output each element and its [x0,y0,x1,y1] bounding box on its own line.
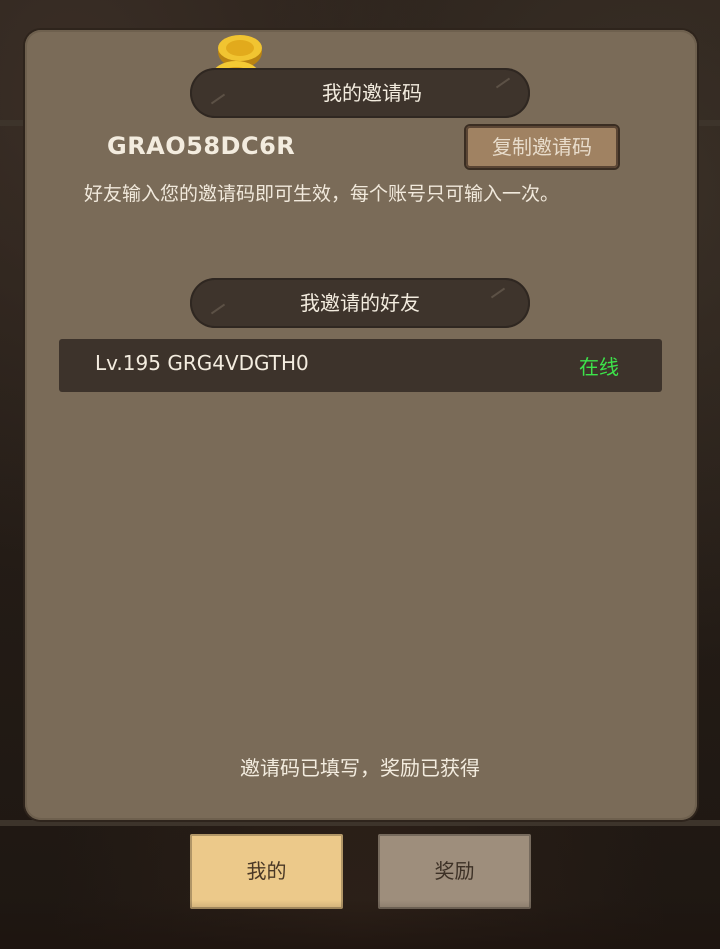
tab-mine-label: 我的 [246,859,287,883]
invite-code-banner-title: 我的邀请码 [322,81,422,105]
invited-friends-banner: 我邀请的好友 [190,278,530,328]
friend-list-row: Lv.195 GRG4VDGTH0 在线 [59,339,662,392]
copy-invite-code-button[interactable]: 复制邀请码 [466,126,618,168]
tab-mine[interactable]: 我的 [190,834,343,909]
tab-reward-label: 奖励 [434,859,475,883]
friend-info: Lv.195 GRG4VDGTH0 [95,351,309,375]
reward-status-note: 邀请码已填写，奖励已获得 [240,756,480,780]
invite-code-text: GRAO58DC6R [107,132,296,160]
bottom-shade [0,900,720,949]
invite-code-banner: 我的邀请码 [190,68,530,118]
tab-reward[interactable]: 奖励 [378,834,531,909]
invite-description: 好友输入您的邀请码即可生效，每个账号只可输入一次。 [84,183,560,205]
friend-online-status: 在线 [579,355,619,379]
invited-friends-banner-title: 我邀请的好友 [300,291,420,315]
